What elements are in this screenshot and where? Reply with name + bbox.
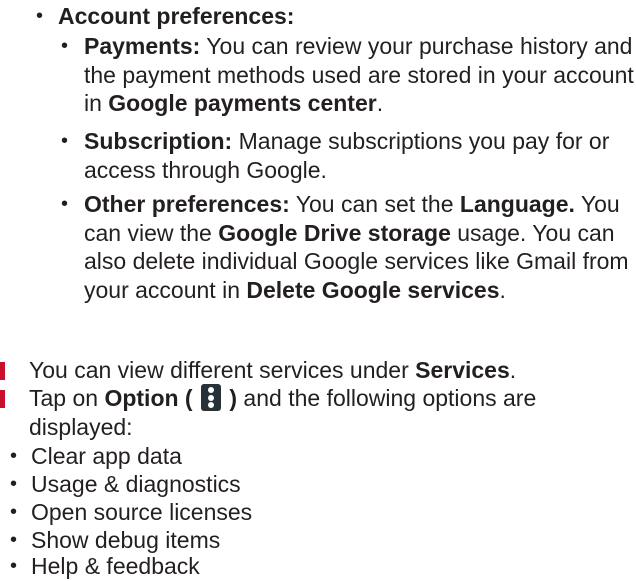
subscription-text: Subscription: Manage subscriptions you p… bbox=[84, 128, 610, 183]
bullet: • bbox=[36, 5, 44, 27]
option-show-debug-items: Show debug items bbox=[31, 527, 221, 553]
option-help-feedback: Help & feedback bbox=[31, 553, 200, 579]
delete-google-services-label: Delete Google services bbox=[246, 276, 500, 303]
option-label: Option ( bbox=[104, 385, 193, 411]
bullet: • bbox=[61, 193, 69, 215]
payments-label: Payments: bbox=[84, 33, 201, 59]
step-marker bbox=[0, 390, 5, 408]
step-option-text: Tap on Option ( ) and the following opti… bbox=[29, 384, 537, 440]
subscription-label: Subscription: bbox=[84, 128, 233, 154]
services-label: Services bbox=[415, 357, 510, 383]
account-preferences-heading: Account preferences: bbox=[58, 3, 295, 29]
google-drive-storage-label: Google Drive storage bbox=[218, 219, 451, 246]
google-payments-center: Google payments center bbox=[108, 90, 377, 116]
option-open-source-licenses: Open source licenses bbox=[31, 499, 253, 525]
step-marker bbox=[0, 362, 5, 380]
step-services-text: You can view different services under Se… bbox=[29, 357, 517, 383]
other-preferences-text: Other preferences: You can set the Langu… bbox=[84, 191, 629, 303]
bullet: • bbox=[61, 35, 69, 57]
payments-text: Payments: You can review your purchase h… bbox=[84, 33, 634, 116]
option-usage-diagnostics: Usage & diagnostics bbox=[31, 471, 241, 497]
bullet: • bbox=[61, 130, 69, 152]
document-page: • Account preferences: • Payments: You c… bbox=[0, 0, 636, 579]
option-clear-app-data: Clear app data bbox=[31, 443, 182, 469]
bullet: • bbox=[10, 501, 18, 523]
bullet: • bbox=[10, 555, 18, 577]
bullet: • bbox=[10, 445, 18, 467]
bullet: • bbox=[10, 529, 18, 551]
more-vert-icon bbox=[200, 384, 221, 411]
bullet: • bbox=[10, 473, 18, 495]
language-label: Language. bbox=[459, 191, 575, 217]
other-preferences-label: Other preferences: bbox=[84, 191, 290, 217]
